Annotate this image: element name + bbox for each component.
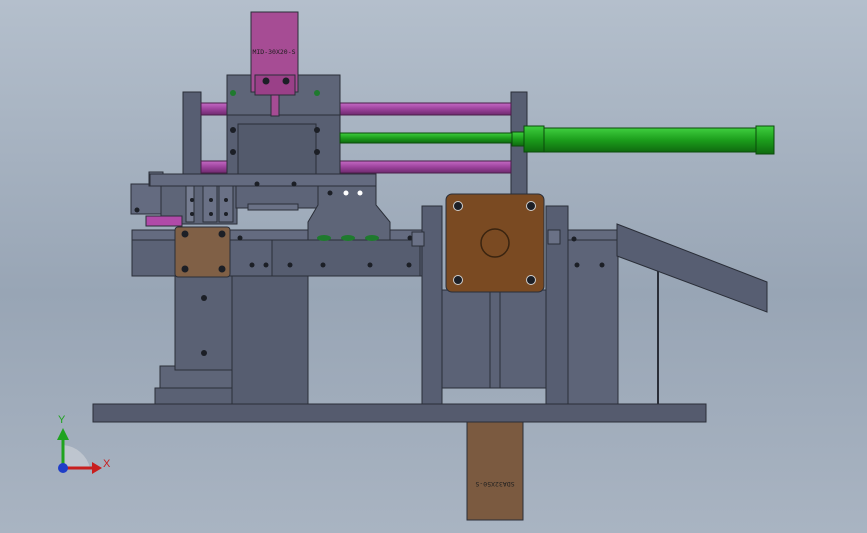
bottom-cylinder-label: SDA32X50-S [475, 480, 514, 488]
triad-y-label: Y [58, 414, 66, 426]
triad-x-label: X [103, 458, 111, 470]
chute [616, 223, 768, 313]
bottom-cylinder: SDA32X50-S [466, 421, 524, 521]
top-cylinder: MID-30X20-S [250, 11, 299, 96]
top-cylinder-label: MID-30X20-S [252, 48, 295, 56]
x-axis-arrow-icon [92, 462, 102, 474]
green-cylinder [339, 125, 775, 155]
left-column [154, 269, 309, 405]
base-plate [92, 403, 707, 423]
left-brown-plate [174, 226, 231, 278]
clamp-block [307, 185, 391, 241]
y-axis-arrow-icon [57, 428, 69, 440]
motor-plate [445, 193, 545, 293]
coordinate-triad [57, 428, 102, 474]
cad-viewport[interactable]: SDA32X50-S MID-30X20-S [0, 0, 867, 533]
